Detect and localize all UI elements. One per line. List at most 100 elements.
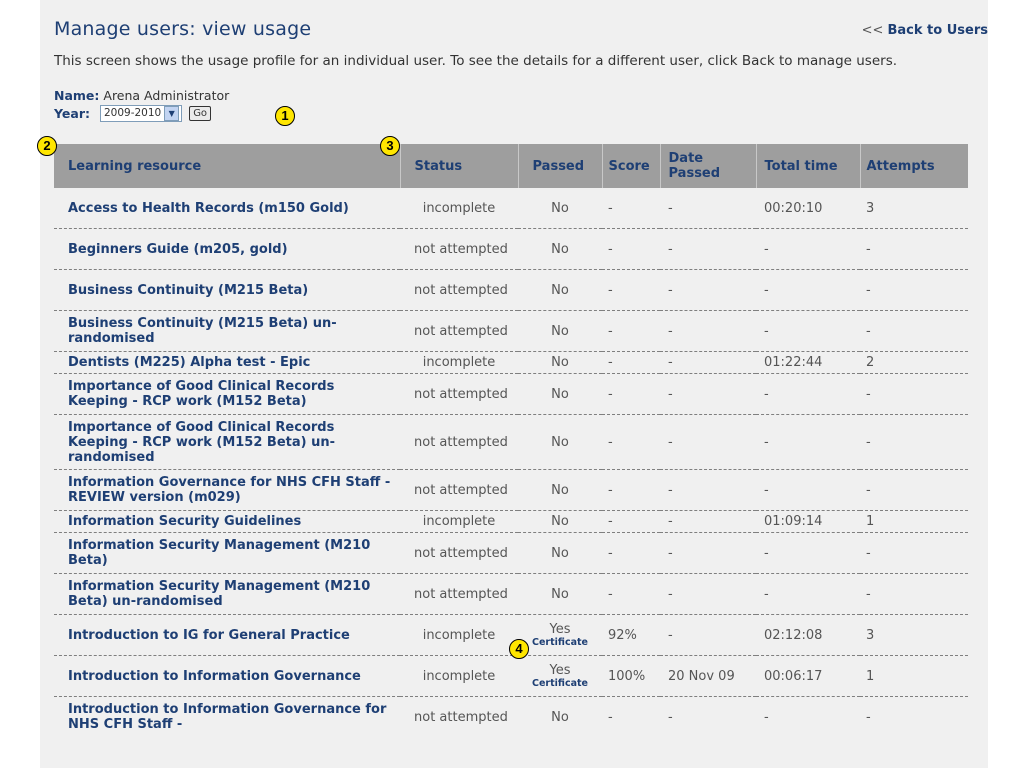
resource-name-cell[interactable]: Dentists (M225) Alpha test - Epic [54, 351, 400, 374]
score-value: - [608, 323, 613, 339]
date-cell: - [660, 351, 756, 374]
resource-name-cell[interactable]: Information Security Guidelines [54, 510, 400, 533]
column-header[interactable]: Total time [756, 144, 861, 188]
status-cell: not attempted [400, 269, 518, 311]
resource-name-cell[interactable]: Introduction to Information Governance f… [54, 697, 400, 738]
resource-name-cell[interactable]: Importance of Good Clinical Records Keep… [54, 414, 400, 470]
time-value: - [764, 545, 769, 561]
column-header[interactable]: Status [400, 144, 519, 188]
time-cell: - [756, 697, 860, 738]
resource-value: Beginners Guide (m205, gold) [68, 241, 288, 257]
resource-name-cell[interactable]: Business Continuity (M215 Beta) [54, 269, 400, 311]
status-cell: not attempted [400, 532, 518, 574]
time-value: - [764, 282, 769, 298]
time-value: - [764, 323, 769, 339]
score-value: - [608, 355, 613, 370]
date-value: - [668, 482, 673, 498]
passed-value: No [551, 355, 569, 370]
column-header[interactable]: Learning resource [54, 144, 401, 188]
resource-value: Dentists (M225) Alpha test - Epic [68, 355, 311, 370]
passed-value: No [551, 386, 569, 402]
attempts-cell: - [860, 310, 968, 352]
resource-value: Importance of Good Clinical Records Keep… [68, 379, 335, 409]
passed-cell: No [518, 532, 602, 574]
resource-name-cell[interactable]: Information Governance for NHS CFH Staff… [54, 469, 400, 511]
resource-name-cell[interactable]: Importance of Good Clinical Records Keep… [54, 373, 400, 415]
score-cell: - [602, 532, 660, 574]
date-value: - [668, 627, 673, 643]
table-row: Beginners Guide (m205, gold) not attempte… [54, 228, 968, 270]
time-cell: 01:22:44 [756, 351, 860, 374]
resource-name-cell[interactable]: Information Security Management (M210 Be… [54, 532, 400, 574]
passed-value: No [551, 323, 569, 339]
status-value: incomplete [422, 355, 496, 370]
resource-name-cell[interactable]: Business Continuity (M215 Beta) un-rando… [54, 310, 400, 352]
status-cell: not attempted [400, 310, 518, 352]
column-header[interactable]: Passed [518, 144, 603, 188]
passed-cell: No [518, 469, 602, 511]
back-to-users-link[interactable]: Back to Users [888, 23, 989, 38]
go-button[interactable]: Go [189, 106, 212, 121]
status-cell: incomplete [400, 510, 518, 533]
status-cell: not attempted [400, 573, 518, 615]
attempts-value: - [866, 545, 871, 561]
attempts-value: 2 [866, 355, 875, 370]
status-cell: not attempted [400, 469, 518, 511]
time-value: 01:09:14 [764, 514, 823, 529]
date-cell: - [660, 414, 756, 470]
passed-value: No [551, 241, 569, 257]
resource-value: Introduction to IG for General Practice [68, 627, 350, 643]
time-cell: - [756, 269, 860, 311]
passed-value: Yes [549, 622, 571, 637]
year-select[interactable]: 2009-2010 ▼ [99, 105, 183, 122]
resource-value: Information Security Management (M210 Be… [68, 538, 371, 568]
score-value: - [608, 386, 613, 402]
score-cell: - [602, 310, 660, 352]
resource-value: Information Security Management (M210 Be… [68, 579, 371, 609]
passed-cell: No [518, 510, 602, 533]
score-value: - [608, 514, 613, 529]
time-cell: 02:12:08 [756, 614, 860, 656]
table-row: Access to Health Records (m150 Gold) inco… [54, 188, 968, 229]
certificate-link[interactable]: Certificate [522, 637, 598, 648]
page-title: Manage users: view usage [54, 18, 312, 40]
score-value: - [608, 434, 613, 450]
user-name-row: Name: Arena Administrator [54, 88, 229, 103]
resource-value: Introduction to Information Governance [68, 668, 361, 684]
user-name-value: Arena Administrator [103, 88, 230, 103]
attempts-cell: - [860, 373, 968, 415]
date-value: - [668, 355, 673, 370]
score-cell: - [602, 351, 660, 374]
callout-1: 1 [275, 106, 295, 126]
table-row: Introduction to Information Governance in… [54, 655, 968, 697]
date-value: - [668, 282, 673, 298]
attempts-value: - [866, 434, 871, 450]
resource-name-cell[interactable]: Introduction to IG for General Practice [54, 614, 400, 656]
chevron-down-icon[interactable]: ▼ [164, 106, 180, 121]
resource-name-cell[interactable]: Information Security Management (M210 Be… [54, 573, 400, 615]
attempts-cell: - [860, 469, 968, 511]
resource-name-cell[interactable]: Introduction to Information Governance [54, 655, 400, 697]
passed-value: No [551, 514, 569, 529]
column-header[interactable]: Attempts [860, 144, 968, 188]
date-cell: 20 Nov 09 [660, 655, 756, 697]
time-value: 02:12:08 [764, 627, 823, 643]
status-cell: not attempted [400, 697, 518, 738]
passed-cell: No [518, 373, 602, 415]
callout-2: 2 [37, 136, 57, 156]
score-value: - [608, 586, 613, 602]
attempts-value: 1 [866, 668, 875, 684]
certificate-link[interactable]: Certificate [522, 678, 598, 689]
resource-value: Access to Health Records (m150 Gold) [68, 200, 349, 216]
date-value: - [668, 241, 673, 257]
table-row: Importance of Good Clinical Records Keep… [54, 414, 968, 470]
column-header[interactable]: Score [602, 144, 661, 188]
resource-value: Information Security Guidelines [68, 514, 302, 529]
time-cell: - [756, 373, 860, 415]
passed-value: No [551, 482, 569, 498]
resource-name-cell[interactable]: Beginners Guide (m205, gold) [54, 228, 400, 270]
resource-name-cell[interactable]: Access to Health Records (m150 Gold) [54, 188, 400, 229]
resource-value: Business Continuity (M215 Beta) un-rando… [68, 316, 337, 346]
column-header[interactable]: Date Passed [660, 144, 757, 188]
status-cell: incomplete [400, 188, 518, 229]
